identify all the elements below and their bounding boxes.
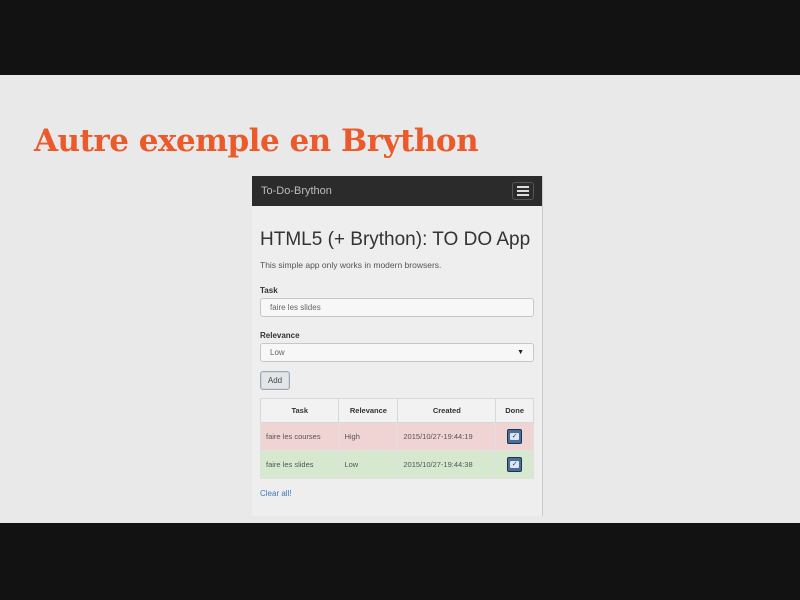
- column-header-done: Done: [495, 398, 534, 423]
- table-header-row: Task Relevance Created Done: [259, 398, 534, 423]
- task-input[interactable]: faire les slides: [260, 298, 534, 317]
- relevance-cell: High: [338, 422, 399, 451]
- relevance-select[interactable]: Low ▼: [260, 343, 534, 362]
- navbar-brand[interactable]: To-Do-Brython: [261, 185, 332, 197]
- done-cell: ✓: [495, 422, 534, 451]
- done-checkbox-icon[interactable]: ✓: [507, 429, 523, 444]
- task-cell: faire les slides: [259, 450, 340, 479]
- hamburger-menu-icon[interactable]: [512, 182, 534, 200]
- task-input-value: faire les slides: [270, 303, 321, 312]
- column-header-task: Task: [259, 398, 340, 423]
- relevance-cell: Low: [338, 450, 399, 479]
- slide-title: Autre exemple en Brython: [34, 123, 479, 159]
- slide: Autre exemple en Brython To-Do-Brython H…: [0, 75, 800, 523]
- app-content: HTML5 (+ Brython): TO DO App This simple…: [252, 229, 542, 498]
- task-label: Task: [260, 286, 278, 295]
- navbar: To-Do-Brython: [252, 176, 542, 206]
- table-row: faire les courses High 2015/10/27-19:44:…: [259, 422, 534, 451]
- caret-down-icon: ▼: [517, 349, 524, 356]
- relevance-label: Relevance: [260, 331, 300, 340]
- column-header-created: Created: [397, 398, 497, 423]
- column-header-relevance: Relevance: [338, 398, 399, 423]
- add-button[interactable]: Add: [260, 371, 290, 390]
- page-description: This simple app only works in modern bro…: [260, 260, 442, 270]
- clear-all-link[interactable]: Clear all!: [260, 489, 534, 498]
- app-window: To-Do-Brython HTML5 (+ Brython): TO DO A…: [252, 176, 543, 516]
- done-checkbox-icon[interactable]: ✓: [507, 457, 523, 472]
- task-table: Task Relevance Created Done faire les co…: [259, 398, 534, 479]
- table-row: faire les slides Low 2015/10/27-19:44:38…: [259, 450, 534, 479]
- created-cell: 2015/10/27-19:44:38: [397, 450, 497, 479]
- page-title: HTML5 (+ Brython): TO DO App: [260, 229, 531, 250]
- relevance-select-value: Low: [270, 348, 285, 357]
- task-cell: faire les courses: [259, 422, 340, 451]
- created-cell: 2015/10/27-19:44:19: [397, 422, 497, 451]
- done-cell: ✓: [495, 450, 534, 479]
